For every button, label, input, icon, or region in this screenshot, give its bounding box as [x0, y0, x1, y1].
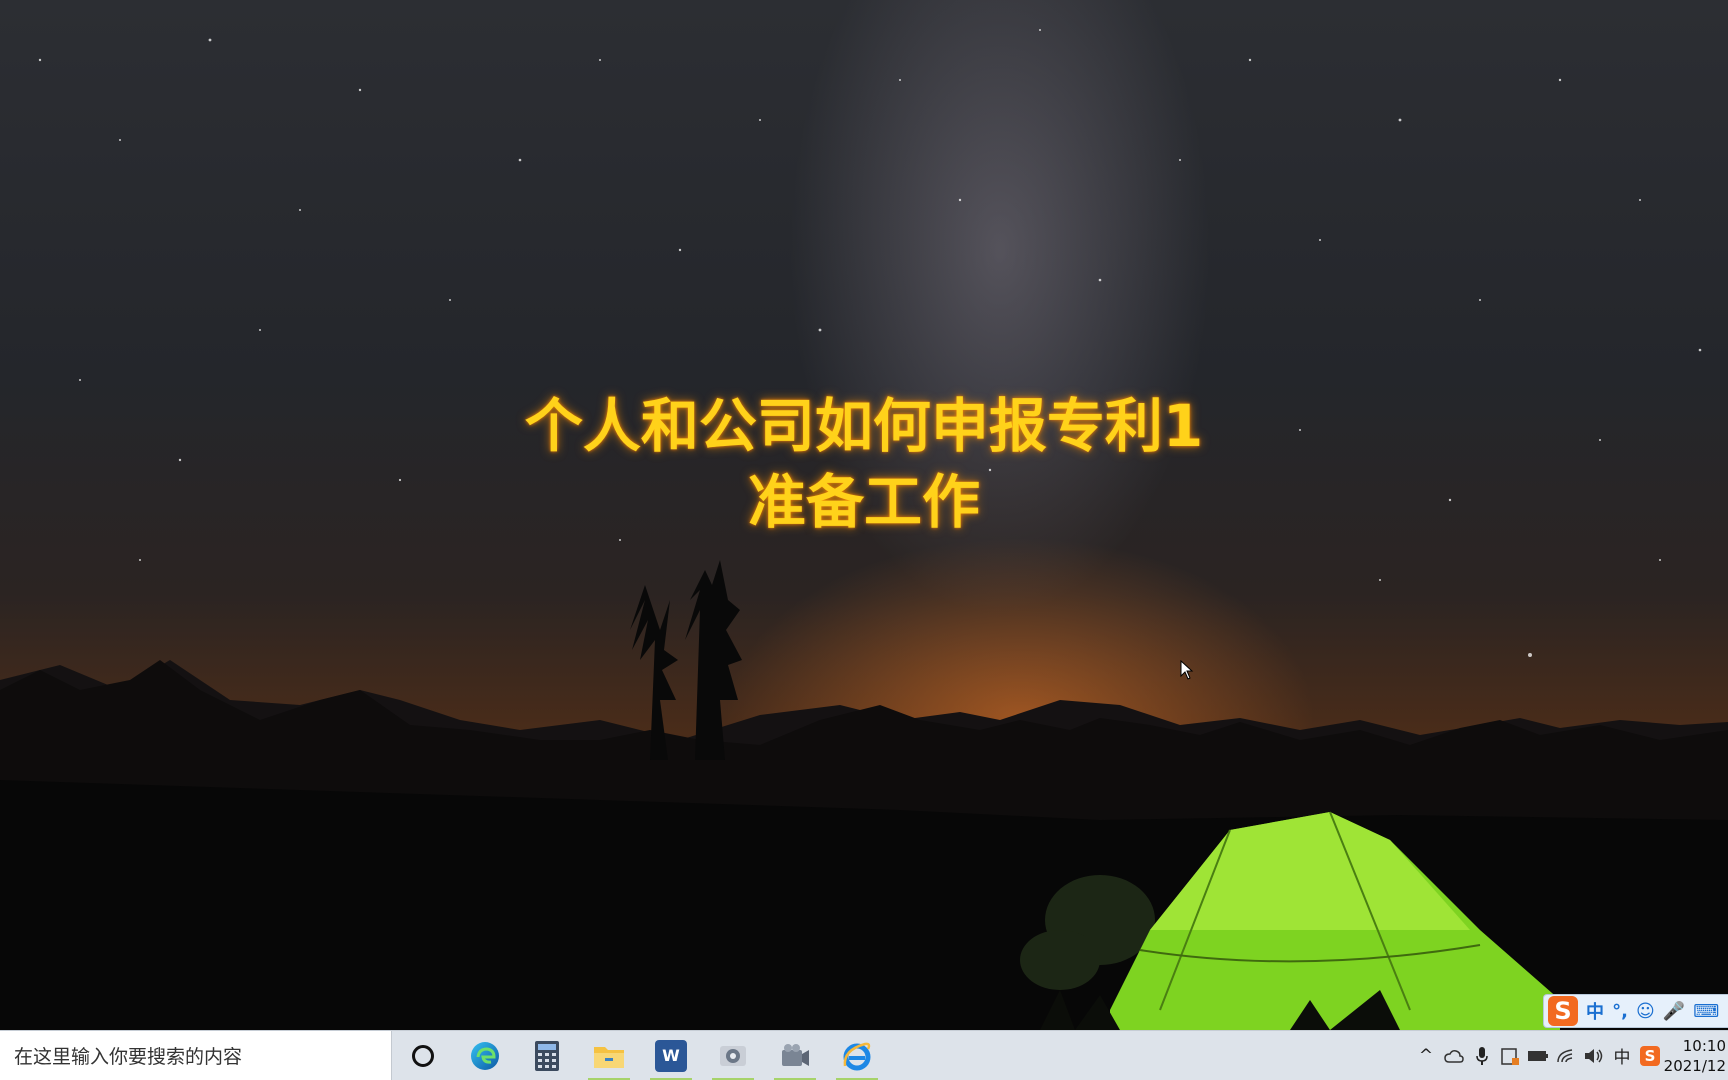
device-icon[interactable] — [1524, 1031, 1552, 1080]
sogou-logo-icon[interactable]: S — [1548, 996, 1578, 1026]
calculator-icon — [535, 1040, 559, 1071]
desktop: 个人和公司如何申报专利1 准备工作 S 中 °, ☺ 🎤 ⌨ 在这里输入你要搜索… — [0, 0, 1728, 1080]
sogou-tray-icon[interactable]: S — [1636, 1031, 1664, 1080]
search-placeholder: 在这里输入你要搜索的内容 — [14, 1046, 243, 1068]
cortana-button[interactable] — [392, 1031, 454, 1080]
system-tray: ^ 中 S 10:10 2021/12 — [1412, 1031, 1728, 1080]
taskbar-app-calculator[interactable] — [516, 1031, 578, 1080]
taskbar-app-5[interactable] — [702, 1031, 764, 1080]
clock-time: 10:10 — [1682, 1036, 1726, 1055]
ime-chinese-mode-button[interactable]: 中 — [1586, 998, 1604, 1024]
title-line-2: 准备工作 — [747, 468, 980, 536]
cloud-icon[interactable] — [1440, 1031, 1468, 1080]
taskbar-clock[interactable]: 10:10 2021/12 — [1664, 1031, 1728, 1080]
edge-icon — [471, 1041, 499, 1070]
taskbar-app-file-explorer[interactable] — [578, 1031, 640, 1080]
clock-date: 2021/12 — [1664, 1056, 1726, 1075]
ime-toolbar[interactable]: S 中 °, ☺ 🎤 ⌨ — [1543, 994, 1728, 1028]
taskbar-search-box[interactable]: 在这里输入你要搜索的内容 — [0, 1030, 392, 1080]
wifi-icon[interactable] — [1552, 1031, 1580, 1080]
ime-emoji-icon[interactable]: ☺ — [1636, 1001, 1655, 1022]
microphone-icon[interactable] — [1468, 1031, 1496, 1080]
clipboard-app-icon[interactable] — [1496, 1031, 1524, 1080]
ime-keyboard-icon[interactable]: ⌨ — [1693, 1001, 1719, 1022]
video-title-overlay: 个人和公司如何申报专利1 准备工作 — [0, 388, 1728, 540]
word-icon: W — [655, 1039, 687, 1072]
show-hidden-icons-chevron-icon[interactable]: ^ — [1412, 1031, 1440, 1080]
volume-icon[interactable] — [1580, 1031, 1608, 1080]
taskbar-app-internet-explorer[interactable] — [826, 1031, 888, 1080]
mouse-cursor-icon — [1180, 660, 1194, 680]
input-language-indicator[interactable]: 中 — [1608, 1031, 1636, 1080]
taskbar-app-word[interactable]: W — [640, 1031, 702, 1080]
taskbar-app-edge[interactable] — [454, 1031, 516, 1080]
title-line-1: 个人和公司如何申报专利1 — [524, 392, 1204, 460]
video-camera-icon — [782, 1043, 809, 1066]
ime-punctuation-button[interactable]: °, — [1612, 1001, 1628, 1022]
taskbar-app-6[interactable] — [764, 1031, 826, 1080]
folder-icon — [594, 1046, 624, 1068]
ime-microphone-icon[interactable]: 🎤 — [1663, 1001, 1685, 1022]
cortana-circle-icon — [412, 1044, 434, 1067]
taskbar: 在这里输入你要搜索的内容 W ^ 中 S 10:10 2021/12 — [0, 1030, 1728, 1080]
internet-explorer-icon — [843, 1042, 871, 1070]
media-app-icon — [720, 1045, 746, 1066]
